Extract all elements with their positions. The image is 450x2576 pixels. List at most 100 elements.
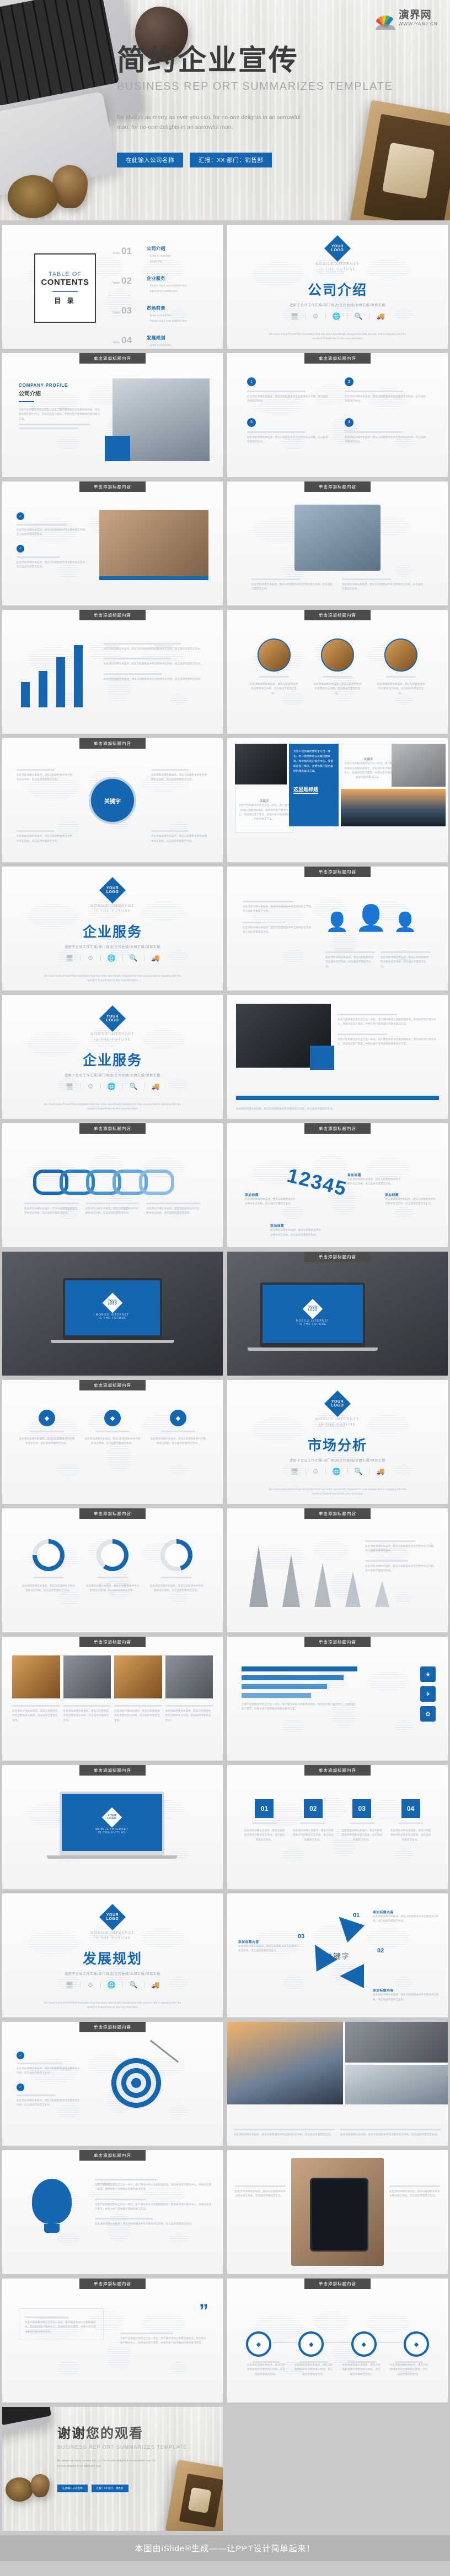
toc-label: Table [113, 252, 120, 255]
bullet-icon-3: 3 [247, 418, 256, 427]
chart-note: 此处添加详细文本描述，建议与标题相关并符合整体语言风格，语言描述尽量简洁生动。 [104, 662, 203, 665]
slide-section-enterprise-service-2[interactable]: YOUR LOGO MOBILE INTERNET IS THE FUTURE 企业… [2, 995, 223, 1119]
timeline-node-4[interactable]: ◆ [403, 2331, 429, 2357]
bar-2017 [74, 645, 83, 707]
slide-people-icons[interactable]: 单击添加标题内容 此处添加详细文本描述，建议与标题相关并符合整体语言风格，语言描… [227, 867, 448, 991]
people-photo [63, 1655, 111, 1698]
note: 此处添加详细文本描述，建议与标题相关并符合整体语言风格，语言描述尽量简洁生动。 [235, 2190, 286, 2198]
slide-target-dart[interactable]: 单击添加标题内容 ✓ 此处添加详细文本描述，建议与标题相关并符合整体语言风格，语… [2, 2022, 223, 2146]
slide-photo-mosaic[interactable]: 关键字 为客户提供最优秀的全方位一体化，客户服务体验以及最快捷高效，和优质的客户… [227, 738, 448, 862]
slide-city-photos[interactable]: 此处添加详细文本描述，建议与标题相关并符合整体语言风格，语言描述尽量简洁生动。 … [227, 2022, 448, 2146]
slide-keyword-circle[interactable]: 单击添加标题内容 关键字 此处添加详细文本描述，建议与标题相关并符合整体语言风格… [2, 738, 223, 862]
note: 此处添加详细文本描述，建议与标题相关并符合整体语言风格，语言描述尽量简洁生动。 [385, 1198, 436, 1205]
target-icon [110, 2057, 162, 2109]
slide-funnel-chart[interactable]: 单击添加标题内容 此处添加详细文本描述，建议与标题相关并符合整体语言风格，语言描… [227, 1508, 448, 1632]
chain-group [33, 1170, 174, 1195]
keyword-card-title: 关键字 [259, 800, 269, 804]
slide-numbered-steps[interactable]: 单击添加标题内容 01 此处添加详细文本描述，建议与标题相关并符合整体语言风格，… [227, 1765, 448, 1889]
search-icon: 🔍 [354, 1467, 363, 1475]
slide-chain-links[interactable]: 单击添加标题内容 此处添加详细文本描述，建议与标题相关并符合整体语言风格，语言描… [2, 1123, 223, 1247]
quote-card-left: 为客户提供最优秀的全方位一体化，客户服务体验以及最快捷高效，和优质的客户服务中心… [19, 2308, 104, 2340]
step-box-1: 01 [255, 1799, 274, 1818]
timeline-node-2[interactable]: ◆ [298, 2331, 324, 2357]
note: 此处添加详细文本描述，建议与标题相关并符合整体语言风格，语言描述尽量简洁生动。 [244, 1829, 285, 1841]
slide-hourglass[interactable]: 单击添加标题内容 此处添加详细文本描述，建议与标题相关并符合整体语言风格，语言描… [227, 481, 448, 605]
company-name-button[interactable]: 在此输入公司名称 [117, 152, 183, 167]
toc-bullet: Input your subtitle here [147, 289, 187, 295]
report-info-button[interactable]: 汇报：XX 部门：销售部 [190, 152, 272, 167]
timeline-node-3[interactable]: ◆ [351, 2331, 377, 2357]
cycle-num-2: 02 [377, 1947, 384, 1954]
monitor-icon: 🖥 [290, 1467, 299, 1475]
note: 此处添加详细文本描述，建议与标题相关并符合整体语言风格，语言描述尽量简洁生动。 [151, 773, 207, 781]
gear-icon: ⚙ [87, 1980, 94, 1989]
timeline-node-1[interactable]: ◆ [246, 2331, 271, 2357]
toc-item-1[interactable]: Table01 公司介绍 Enter a small titleSmall ti… [113, 246, 214, 264]
slide-lightbulb[interactable]: 单击添加标题内容 为客户提供最优秀的全方位一体化，客户服务体验以及最快捷高效，和… [2, 2150, 223, 2274]
thanks-report-button[interactable]: 汇报：XX 部门：销售部 [91, 2485, 128, 2492]
slide-section-market-analysis[interactable]: YOUR LOGO MOBILE INTERNET IS THE FUTURE 市场… [227, 1380, 448, 1504]
slide-big-numbers[interactable]: 单击添加标题内容 12345 添加标题 此处添加详细文本描述，建议与标题相关并符合… [227, 1123, 448, 1247]
thanks-company-button[interactable]: 在此输入公司名称 [57, 2485, 88, 2492]
blue-bar [242, 1693, 311, 1698]
toc-item-3[interactable]: Table03 市场前景 Enter a small titlePlease i… [113, 305, 214, 324]
logo-tag1: MOBILE INTERNET [315, 1417, 360, 1421]
point-text: 此处添加详细文本描述，建议与标题相关并符合整体语言风格，语言描述尽量简洁生动。 [345, 435, 426, 443]
monitor-icon: 🖥 [290, 312, 299, 320]
section-title: 企业服务 [82, 1052, 142, 1068]
slide-cycle-arrows[interactable]: 关键字 添加标题内容 此处添加详细文本描述，建议与标题相关并符合整体语言风格，语言… [227, 1893, 448, 2017]
slide-laptop-dark-1[interactable]: YOUR LOGO MOBILE INTERNET IS THE FUTURE [2, 1252, 223, 1376]
slide-section-company-profile[interactable]: YOUR LOGO MOBILE INTERNET IS THE FUTURE 公司… [227, 225, 448, 349]
cover-slide[interactable]: 演界网 WWW.YANJ.CN 简约企业宣传 BUSINESS REP ORT … [0, 0, 450, 220]
note: 此处添加详细文本描述，建议与标题相关并符合整体语言风格，语言描述尽量简洁生动。 [365, 1564, 436, 1572]
section-icon-row: 🖥 ⚙ 🌐 🔍 🚚 [2, 954, 223, 962]
slide-four-points[interactable]: 单击添加标题内容 1 此处添加详细文本描述，建议与标题相关并符合整体语言风格，语… [227, 353, 448, 477]
logo-tag2: IS THE FUTURE [94, 1936, 131, 1940]
icon-box-3[interactable]: ✿ [420, 1706, 436, 1722]
slide-bar-chart[interactable]: 单击添加标题内容 此处添加详细文本描述，建议与标题相关并符合整体语言风格，语言描… [2, 610, 223, 734]
slide-blue-bars-icons[interactable]: 单击添加标题内容 为客户提供最优秀的全方位一体化，客户服务体验以及最快捷高效，和… [227, 1637, 448, 1761]
slide-quote[interactable]: 单击添加标题内容 为客户提供最优秀的全方位一体化，客户服务体验以及最快捷高效，和… [2, 2279, 223, 2402]
icon-box-1[interactable]: ★ [420, 1666, 436, 1682]
section-footer-text: We have many PowerPoint templates that h… [44, 974, 181, 983]
member-bio: 此处添加详细文本描述，建议与标题相关并符合整体语言风格，语言描述尽量简洁生动。 [313, 683, 362, 695]
slide-team[interactable]: 单击添加标题内容 此处添加详细文本描述，建议与标题相关并符合整体语言风格，语言描… [227, 610, 448, 734]
toc-item-4[interactable]: Table04 发展规划 Enter a small titleSmall ti… [113, 335, 214, 349]
slide-photo-grid-people[interactable]: 单击添加标题内容 此处添加详细文本描述，建议与标题相关并符合整体语言风格，语言描… [2, 1637, 223, 1761]
slide-thanks[interactable]: 谢谢您的观看 BUSINESS REP ORT SUMMARIZES TEMPL… [2, 2407, 223, 2531]
note: 此处添加详细文本描述，建议与标题相关并符合整体语言风格，语言描述尽量简洁生动。 [17, 2098, 80, 2106]
slide-table-of-contents[interactable]: TABLE OF CONTENTS 目 录 Table01 公司介绍 Enter… [2, 225, 223, 349]
person-icon: 👤 [325, 912, 349, 933]
slide-hand-tablet[interactable]: 此处添加详细文本描述，建议与标题相关并符合整体语言风格，语言描述尽量简洁生动。 … [227, 2150, 448, 2274]
slide-three-circle-points[interactable]: 单击添加标题内容 ◆ 此处添加详细文本描述，建议与标题相关并符合整体语言风格，语… [2, 1380, 223, 1504]
globe-icon: 🌐 [107, 954, 116, 962]
section-subtitle: 适用于企业工作汇报/部门培训/工作总结/业绩汇报/项目汇报 [64, 945, 161, 949]
slide-desk-photo[interactable]: 为客户提供最优秀的全方位一体化，客户服务体验以及最快捷高效，和优质的客户服务中心… [227, 995, 448, 1119]
avatar [321, 638, 354, 672]
watermark: 演界网 WWW.YANJ.CN [375, 10, 438, 30]
note: 此处添加详细文本描述，建议与标题相关并符合整体语言风格，语言描述尽量简洁生动。 [243, 905, 314, 913]
toc-title: 发展规划 [147, 335, 165, 340]
globe-icon: 🌐 [107, 1082, 116, 1090]
slide-handshake[interactable]: 单击添加标题内容 ✓ 此处添加详细文本描述，建议与标题相关并符合整体语言风格，语… [2, 481, 223, 605]
note: 此处添加详细文本描述，建议与标题相关并符合整体语言风格，语言描述尽量简洁生动。 [243, 926, 314, 933]
chart-note: 此处添加详细文本描述，建议与标题相关并符合整体语言风格，语言描述尽量简洁生动。 [104, 647, 203, 650]
bullet-icon: ✓ [17, 2052, 24, 2059]
slide-company-profile-detail[interactable]: 单击添加标题内容 COMPANY PROFILE 公司介绍 为客户提供最优秀的全… [2, 353, 223, 477]
hourglass-photo [294, 505, 381, 571]
icon-box-2[interactable]: ✈ [420, 1686, 436, 1702]
slide-timeline-nodes[interactable]: 单击添加标题内容 ◆ ◆ ◆ ◆ 此处添加详细文本描述，建议与标题相关并符合整体… [227, 2279, 448, 2402]
slide-laptop-light[interactable]: 单击添加标题内容 YOUR LOGO MOBILE INTERNET IS THE … [2, 1765, 223, 1889]
slide-section-development-plan[interactable]: YOUR LOGO MOBILE INTERNET IS THE FUTURE 发展… [2, 1893, 223, 2017]
slide-donut-charts[interactable]: 单击添加标题内容 此处添加详细文本描述，建议与标题相关并符合整体语言风格，语言描… [2, 1508, 223, 1632]
slide-laptop-dark-2[interactable]: 单击添加标题内容 YOUR LOGO MOBILE INTERNET IS THE … [227, 1252, 448, 1376]
thanks-title-b: 您的观看 [86, 2426, 143, 2441]
note: 此处添加详细文本描述，建议与标题相关并符合整体语言风格，语言描述尽量简洁生动。 [19, 1437, 75, 1445]
logo-tag2: IS THE FUTURE [94, 909, 131, 913]
slide-section-enterprise-service[interactable]: YOUR LOGO MOBILE INTERNET IS THE FUTURE 企业… [2, 867, 223, 991]
toc-item-2[interactable]: Table02 企业服务 Please input your subtitle … [113, 275, 214, 294]
footer-banner: 本图由iSlide®生成——让PPT设计简单起来！ [0, 2535, 450, 2561]
toc-number: 04 [121, 335, 132, 345]
label: 添加标题内容 [238, 1941, 259, 1944]
note: 此处添加详细文本描述，建议与标题相关并符合整体语言风格，语言描述尽量简洁生动。 [95, 2222, 194, 2226]
